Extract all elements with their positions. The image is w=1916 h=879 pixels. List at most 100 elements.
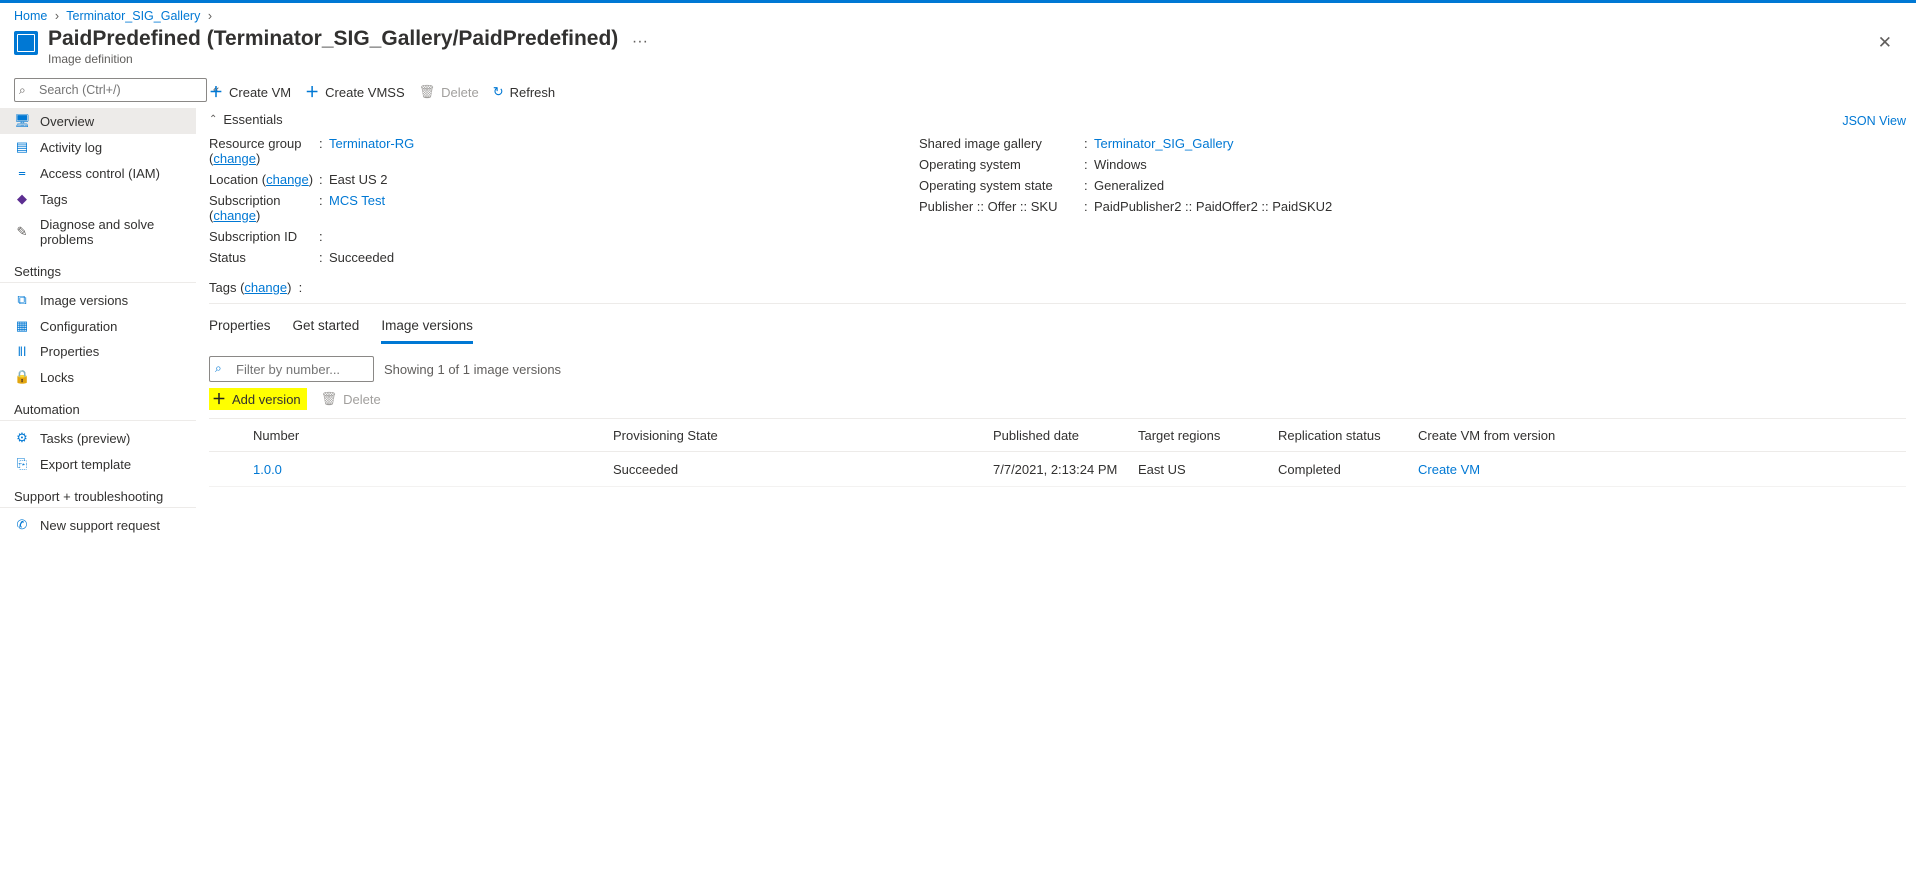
sidebar-item-label: Overview [40,114,94,129]
col-create[interactable]: Create VM from version [1408,419,1906,452]
sidebar-group-title: Settings [0,252,196,283]
refresh-button[interactable]: ↻ Refresh [493,84,555,100]
close-icon[interactable]: ✕ [1868,27,1902,59]
sidebar-item-label: Diagnose and solve problems [40,217,182,247]
sidebar: ⌕ « 🖥Overview▤Activity log᐀Access contro… [0,74,197,863]
nav-icon: ▤ [14,139,30,155]
main-content: ＋ Create VM ＋ Create VMSS 🗑 Delete ↻ Ref… [197,74,1916,863]
tags-change[interactable]: change [244,280,287,295]
add-version-button[interactable]: ＋ Add version [209,388,307,410]
col-provisioning[interactable]: Provisioning State [603,419,983,452]
os-value: Windows [1094,157,1147,172]
nav-icon: ⧉ [14,292,30,308]
nav-icon: ▦ [14,318,30,334]
delete-version-button[interactable]: 🗑 Delete [321,391,381,407]
breadcrumb-gallery[interactable]: Terminator_SIG_Gallery [66,9,200,23]
resource-group-value[interactable]: Terminator-RG [329,136,414,151]
sidebar-item[interactable]: ᐀Access control (IAM) [0,160,196,186]
essentials-toggle[interactable]: ⌃ Essentials [209,108,283,133]
results-count: Showing 1 of 1 image versions [384,362,561,377]
subscription-value[interactable]: MCS Test [329,193,385,208]
create-vm-button[interactable]: ＋ Create VM [209,82,291,102]
os-label: Operating system [919,157,1084,172]
sidebar-item-label: Access control (IAM) [40,166,160,181]
create-vmss-button[interactable]: ＋ Create VMSS [305,82,404,102]
pos-value: PaidPublisher2 :: PaidOffer2 :: PaidSKU2 [1094,199,1332,214]
page-title: PaidPredefined (Terminator_SIG_Gallery/P… [48,27,618,51]
command-bar: ＋ Create VM ＋ Create VMSS 🗑 Delete ↻ Ref… [209,80,1906,108]
nav-icon: 🖥 [14,113,30,129]
add-version-label: Add version [232,392,301,407]
sidebar-item[interactable]: ◆Tags [0,186,196,212]
create-vm-label: Create VM [229,85,291,100]
sidebar-group-title: Automation [0,390,196,421]
sidebar-item-label: Locks [40,370,74,385]
nav-icon: 🔒 [14,369,30,385]
table-header-row: Number Provisioning State Published date… [209,419,1906,452]
col-replication[interactable]: Replication status [1268,419,1408,452]
pos-label: Publisher :: Offer :: SKU [919,199,1084,214]
breadcrumb-home[interactable]: Home [14,9,47,23]
refresh-label: Refresh [510,85,556,100]
nav-icon: ǁǀ [14,344,30,359]
resource-group-label: Resource group (change) [209,136,319,166]
sig-value[interactable]: Terminator_SIG_Gallery [1094,136,1233,151]
delete-button[interactable]: 🗑 Delete [419,84,479,100]
essentials-label: Essentials [223,112,282,127]
essentials-panel: Resource group (change) : Terminator-RG … [209,133,1906,276]
sidebar-search-input[interactable] [14,78,207,102]
col-published[interactable]: Published date [983,419,1128,452]
more-button[interactable]: ··· [632,33,648,51]
sidebar-item[interactable]: ǁǀProperties [0,339,196,364]
sidebar-item[interactable]: ▤Activity log [0,134,196,160]
sidebar-item-label: Tasks (preview) [40,431,130,446]
breadcrumb: Home › Terminator_SIG_Gallery › [0,3,1916,27]
sidebar-item[interactable]: ⚙ Tasks (preview) [0,425,196,451]
version-number-link[interactable]: 1.0.0 [253,462,282,477]
trash-icon: 🗑 [321,391,338,407]
sidebar-item-label: Export template [40,457,131,472]
tags-label: Tags [209,280,236,295]
chevron-right-icon: › [208,9,212,23]
sidebar-item[interactable]: ✎Diagnose and solve problems [0,212,196,252]
refresh-icon: ↻ [493,84,504,100]
resource-group-change[interactable]: change [213,151,256,166]
location-value: East US 2 [329,172,388,187]
cell-published: 7/7/2021, 2:13:24 PM [983,452,1128,487]
page-subtitle: Image definition [48,52,1868,66]
table-row[interactable]: 1.0.0 Succeeded 7/7/2021, 2:13:24 PM Eas… [209,452,1906,487]
tab-properties[interactable]: Properties [209,314,271,344]
delete-label: Delete [441,85,479,100]
sidebar-item[interactable]: 🔒 Locks [0,364,196,390]
os-state-value: Generalized [1094,178,1164,193]
image-definition-icon [14,31,38,55]
tags-row: Tags (change) : [209,276,1906,304]
sidebar-item[interactable]: ⧉ Image versions [0,287,196,313]
subscription-change[interactable]: change [213,208,256,223]
cell-replication: Completed [1268,452,1408,487]
create-vmss-label: Create VMSS [325,85,404,100]
subscription-id-label: Subscription ID [209,229,319,244]
sidebar-item-label: Image versions [40,293,128,308]
sidebar-item[interactable]: 🖥 Overview [0,108,196,134]
sidebar-item[interactable]: ✆New support request [0,512,196,538]
location-change[interactable]: change [266,172,309,187]
json-view-link[interactable]: JSON View [1842,114,1906,128]
horizontal-scrollbar[interactable] [0,862,1916,879]
sidebar-item[interactable]: ▦Configuration [0,313,196,339]
subscription-label: Subscription (change) [209,193,319,223]
plus-icon: ＋ [209,82,223,102]
nav-icon: ⎘ [14,456,30,472]
sidebar-item-label: New support request [40,518,160,533]
delete-version-label: Delete [343,392,381,407]
col-number[interactable]: Number [243,419,603,452]
create-vm-link[interactable]: Create VM [1418,462,1480,477]
sidebar-item[interactable]: ⎘ Export template [0,451,196,477]
nav-icon: ⚙ [14,430,30,446]
tab-image-versions[interactable]: Image versions [381,314,473,344]
tab-get-started[interactable]: Get started [293,314,360,344]
filter-number-input[interactable] [209,356,374,382]
sidebar-item-label: Tags [40,192,67,207]
col-targets[interactable]: Target regions [1128,419,1268,452]
plus-icon: ＋ [305,82,319,102]
